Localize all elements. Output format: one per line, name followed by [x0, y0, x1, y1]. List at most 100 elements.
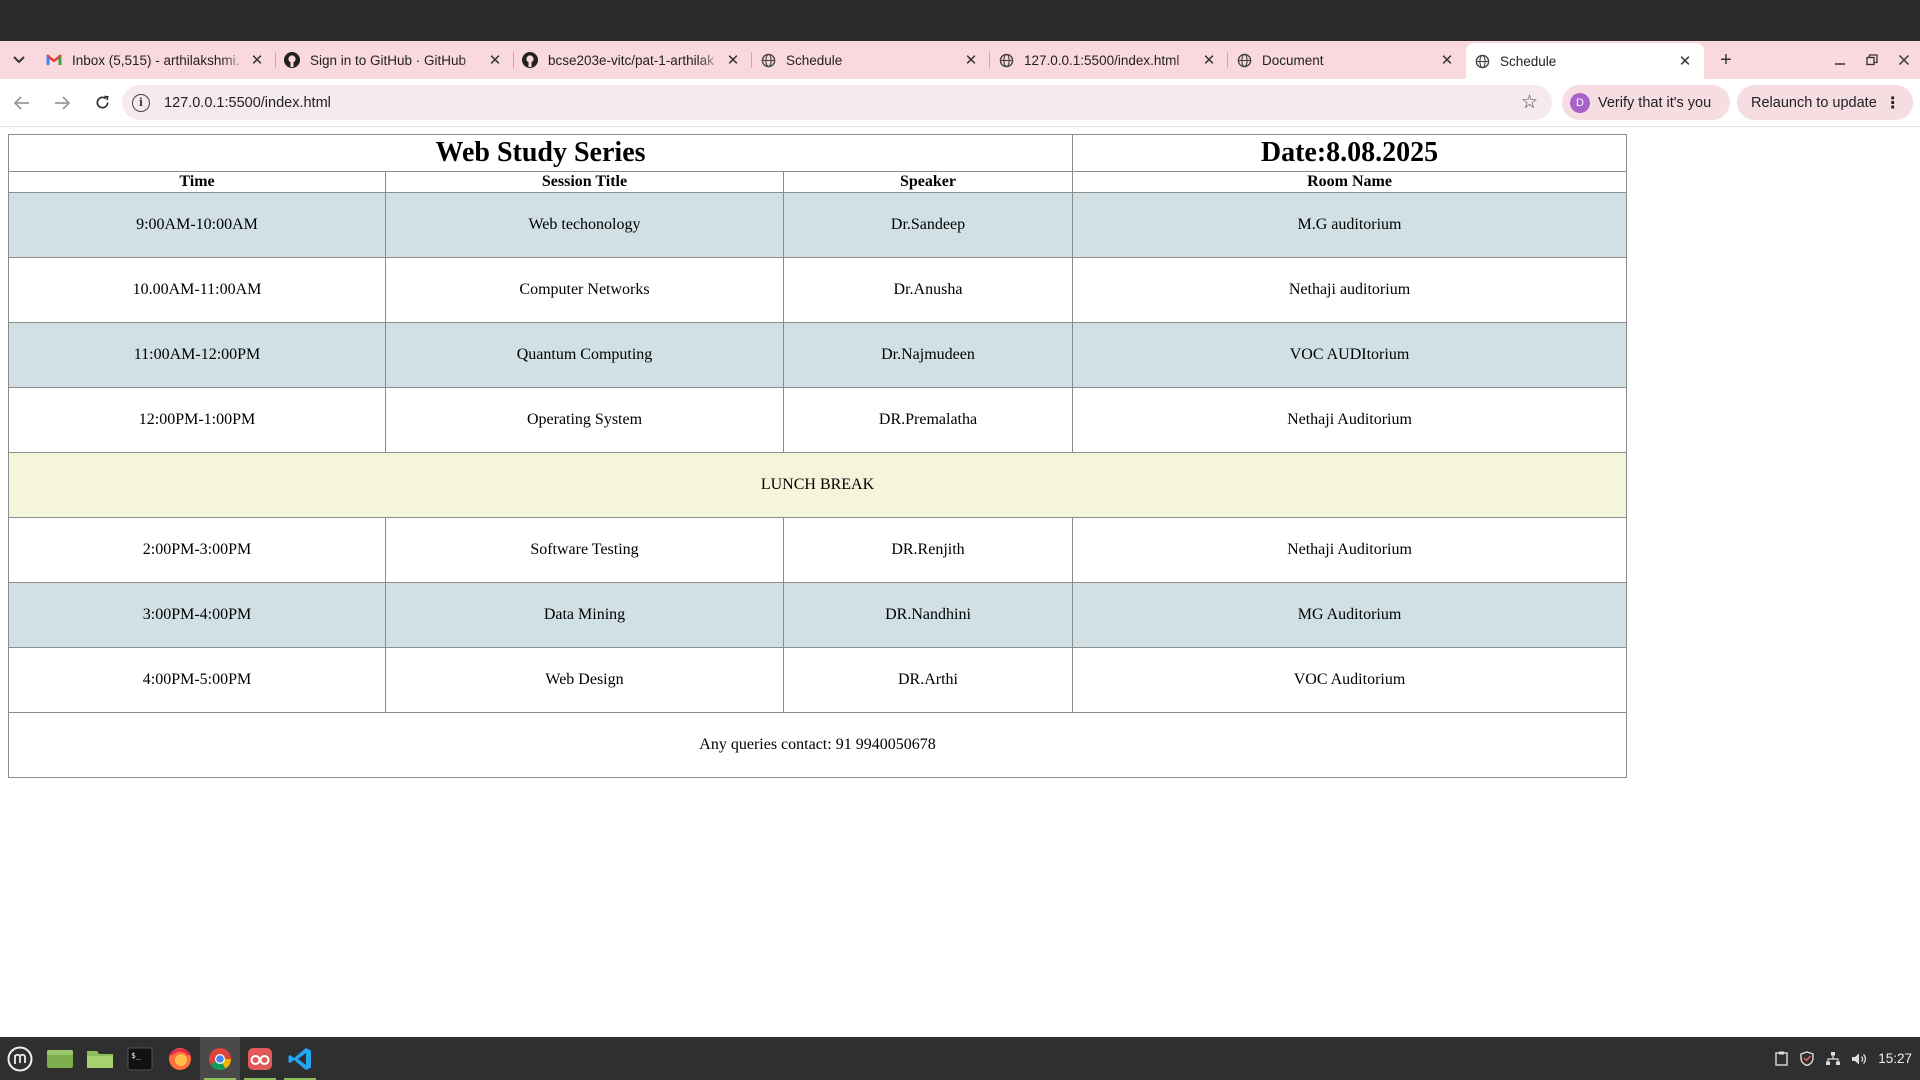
column-header-speaker: Speaker	[783, 171, 1073, 193]
network-icon[interactable]	[1820, 1051, 1846, 1066]
tab-title: 127.0.0.1:5500/index.html	[1024, 52, 1180, 68]
tab-github-repo[interactable]: bcse203e-vitc/pat-1-arthilak ✕	[514, 41, 752, 79]
arrow-right-icon	[55, 95, 70, 110]
close-icon[interactable]: ✕	[1676, 52, 1694, 70]
close-window-button[interactable]	[1888, 41, 1920, 79]
session-cell: Web Design	[385, 647, 784, 713]
speaker-cell: Dr.Anusha	[783, 257, 1073, 323]
close-icon[interactable]: ✕	[486, 51, 504, 69]
tab-schedule-active[interactable]: Schedule ✕	[1466, 43, 1704, 79]
info-icon[interactable]: i	[132, 93, 150, 112]
time-cell: 12:00PM-1:00PM	[8, 387, 386, 453]
room-cell: VOC Auditorium	[1072, 647, 1627, 713]
time-cell: 10.00AM-11:00AM	[8, 257, 386, 323]
header-row: Time Session Title Speaker Room Name	[8, 171, 1627, 193]
forward-button[interactable]	[44, 85, 80, 121]
room-cell: Nethaji Auditorium	[1072, 517, 1627, 583]
page-title: Web Study Series	[8, 134, 1073, 172]
tab-title: Schedule	[786, 52, 843, 68]
system-tray: 15:27	[1768, 1037, 1912, 1080]
globe-icon	[1236, 52, 1252, 68]
table-row: 3:00PM-4:00PM Data Mining DR.Nandhini MG…	[8, 582, 1627, 648]
table-row: 2:00PM-3:00PM Software Testing DR.Renjit…	[8, 517, 1627, 583]
close-icon[interactable]: ✕	[1438, 51, 1456, 69]
tab-title: Schedule	[1500, 53, 1557, 69]
shield-icon[interactable]	[1794, 1051, 1820, 1066]
tab-title: bcse203e-vitc/pat-1-arthilak	[548, 52, 714, 68]
room-cell: Nethaji Auditorium	[1072, 387, 1627, 453]
time-cell: 9:00AM-10:00AM	[8, 192, 386, 258]
tab-search-button[interactable]	[0, 41, 38, 79]
tab-localhost-index[interactable]: 127.0.0.1:5500/index.html ✕	[990, 41, 1228, 79]
globe-icon	[760, 52, 776, 68]
speaker-cell: DR.Arthi	[783, 647, 1073, 713]
column-header-time: Time	[8, 171, 386, 193]
tab-title: Inbox (5,515) - arthilakshmi.	[72, 52, 240, 68]
chevron-down-icon	[13, 56, 25, 64]
tab-document[interactable]: Document ✕	[1228, 41, 1466, 79]
github-icon	[522, 52, 538, 68]
close-icon[interactable]: ✕	[1200, 51, 1218, 69]
time-cell: 2:00PM-3:00PM	[8, 517, 386, 583]
files-icon	[87, 1050, 113, 1068]
tab-bar: Inbox (5,515) - arthilakshmi. ✕ Sign in …	[0, 41, 1920, 79]
verify-identity-button[interactable]: D Verify that it's you	[1562, 85, 1730, 120]
table-row: 12:00PM-1:00PM Operating System DR.Prema…	[8, 387, 1627, 453]
verify-label: Verify that it's you	[1598, 94, 1712, 111]
tab-gmail-inbox[interactable]: Inbox (5,515) - arthilakshmi. ✕	[38, 41, 276, 79]
back-button[interactable]	[4, 85, 40, 121]
table-row: 4:00PM-5:00PM Web Design DR.Arthi VOC Au…	[8, 647, 1627, 713]
minimize-button[interactable]	[1824, 41, 1856, 79]
terminal-button[interactable]: $_	[120, 1037, 160, 1080]
show-desktop-button[interactable]	[40, 1037, 80, 1080]
session-cell: Software Testing	[385, 517, 784, 583]
close-icon[interactable]: ✕	[962, 51, 980, 69]
address-bar[interactable]: i 127.0.0.1:5500/index.html ☆	[122, 85, 1552, 120]
plus-icon: +	[1720, 48, 1732, 71]
session-cell: Data Mining	[385, 582, 784, 648]
reload-button[interactable]	[84, 85, 120, 121]
clock[interactable]: 15:27	[1878, 1051, 1912, 1066]
arrow-left-icon	[14, 95, 29, 110]
volume-icon[interactable]	[1846, 1052, 1872, 1066]
minimize-icon	[1835, 63, 1845, 65]
table-row: 10.00AM-11:00AM Computer Networks Dr.Anu…	[8, 257, 1627, 323]
close-icon[interactable]: ✕	[724, 51, 742, 69]
chrome-button[interactable]	[200, 1037, 240, 1080]
tab-github-signin[interactable]: Sign in to GitHub · GitHub ✕	[276, 41, 514, 79]
speaker-cell: DR.Premalatha	[783, 387, 1073, 453]
relaunch-label: Relaunch to update	[1751, 94, 1877, 111]
tab-schedule[interactable]: Schedule ✕	[752, 41, 990, 79]
lunch-break-row: LUNCH BREAK	[8, 452, 1627, 518]
vscode-icon	[288, 1047, 311, 1070]
session-cell: Operating System	[385, 387, 784, 453]
firefox-button[interactable]	[160, 1037, 200, 1080]
speaker-cell: Dr.Sandeep	[783, 192, 1073, 258]
speaker-cell: Dr.Najmudeen	[783, 322, 1073, 388]
window-controls	[1824, 41, 1920, 79]
session-cell: Quantum Computing	[385, 322, 784, 388]
kebab-menu-icon[interactable]: ⋮	[1885, 93, 1901, 113]
mint-menu-button[interactable]	[0, 1037, 40, 1080]
close-icon[interactable]: ✕	[248, 51, 266, 69]
avatar: D	[1570, 92, 1590, 113]
url-text[interactable]: 127.0.0.1:5500/index.html	[164, 95, 331, 111]
new-tab-button[interactable]: +	[1708, 42, 1744, 78]
clipboard-icon[interactable]	[1768, 1051, 1794, 1066]
close-icon	[1898, 54, 1910, 66]
vscode-button[interactable]	[280, 1037, 320, 1080]
gmail-icon	[46, 52, 62, 68]
chrome-icon	[209, 1047, 231, 1070]
webapp-button[interactable]	[240, 1037, 280, 1080]
star-icon[interactable]: ☆	[1521, 91, 1538, 114]
room-cell: M.G auditorium	[1072, 192, 1627, 258]
relaunch-button[interactable]: Relaunch to update ⋮	[1737, 85, 1913, 120]
column-header-session-title: Session Title	[385, 171, 784, 193]
time-cell: 3:00PM-4:00PM	[8, 582, 386, 648]
speaker-cell: DR.Nandhini	[783, 582, 1073, 648]
time-cell: 4:00PM-5:00PM	[8, 647, 386, 713]
table-row: 11:00AM-12:00PM Quantum Computing Dr.Naj…	[8, 322, 1627, 388]
restore-button[interactable]	[1856, 41, 1888, 79]
restore-icon	[1866, 54, 1878, 66]
files-button[interactable]	[80, 1037, 120, 1080]
